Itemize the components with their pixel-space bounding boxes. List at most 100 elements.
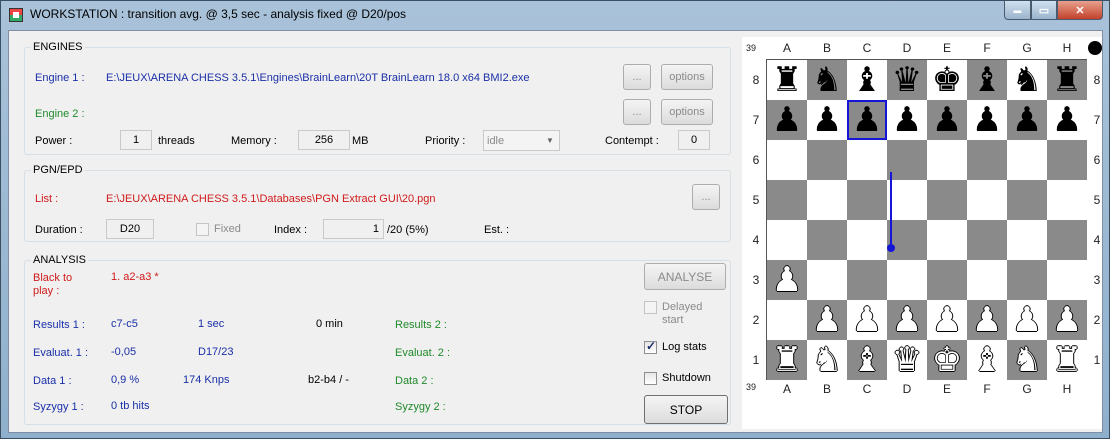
square-d2[interactable]: ♟ — [887, 300, 927, 340]
fixed-checkbox[interactable]: Fixed — [196, 223, 241, 236]
square-c6[interactable] — [847, 140, 887, 180]
stop-button[interactable]: STOP — [644, 395, 728, 424]
square-e2[interactable]: ♟ — [927, 300, 967, 340]
square-b4[interactable] — [807, 220, 847, 260]
square-e7[interactable]: ♟ — [927, 100, 967, 140]
black-piece-icon[interactable]: ♝ — [972, 63, 1002, 97]
square-e1[interactable]: ♚ — [927, 340, 967, 380]
square-f4[interactable] — [967, 220, 1007, 260]
white-piece-icon[interactable]: ♚ — [932, 343, 962, 377]
white-piece-icon[interactable]: ♟ — [972, 303, 1002, 337]
square-c7[interactable]: ♟ — [847, 100, 887, 140]
square-d7[interactable]: ♟ — [887, 100, 927, 140]
shutdown-checkbox[interactable]: Shutdown — [644, 372, 711, 385]
white-piece-icon[interactable]: ♛ — [892, 343, 922, 377]
square-e6[interactable] — [927, 140, 967, 180]
square-f2[interactable]: ♟ — [967, 300, 1007, 340]
black-piece-icon[interactable]: ♟ — [1052, 103, 1082, 137]
square-g7[interactable]: ♟ — [1007, 100, 1047, 140]
square-g4[interactable] — [1007, 220, 1047, 260]
power-field[interactable]: 1 — [120, 130, 152, 150]
chess-board[interactable]: ♜ ♞ ♝ ♛ ♚ ♝ ♞ ♜ ♟ ♟ ♟ ♟ ♟ ♟ ♟ ♟ ♟ ♟ ♟ ♟ ♟ ♟ ♟ ♟ ♜ ♞ ♝ ♛ ♚ ♝ ♞ ♜ — [766, 59, 1087, 380]
square-a8[interactable]: ♜ — [767, 60, 807, 100]
delayed-start-box[interactable] — [644, 301, 657, 314]
square-d6[interactable] — [887, 140, 927, 180]
square-f1[interactable]: ♝ — [967, 340, 1007, 380]
square-e5[interactable] — [927, 180, 967, 220]
close-button[interactable]: ✕ — [1057, 1, 1103, 20]
black-piece-icon[interactable]: ♟ — [972, 103, 1002, 137]
title-bar[interactable]: WORKSTATION : transition avg. @ 3,5 sec … — [1, 1, 1109, 29]
square-h1[interactable]: ♜ — [1047, 340, 1087, 380]
square-h7[interactable]: ♟ — [1047, 100, 1087, 140]
square-a3[interactable]: ♟ — [767, 260, 807, 300]
square-c4[interactable] — [847, 220, 887, 260]
black-piece-icon[interactable]: ♟ — [932, 103, 962, 137]
square-g1[interactable]: ♞ — [1007, 340, 1047, 380]
square-b7[interactable]: ♟ — [807, 100, 847, 140]
log-stats-box[interactable] — [644, 339, 657, 354]
square-g3[interactable] — [1007, 260, 1047, 300]
square-a4[interactable] — [767, 220, 807, 260]
square-b1[interactable]: ♞ — [807, 340, 847, 380]
square-a2[interactable] — [767, 300, 807, 340]
square-d5[interactable] — [887, 180, 927, 220]
square-b3[interactable] — [807, 260, 847, 300]
square-h3[interactable] — [1047, 260, 1087, 300]
square-h8[interactable]: ♜ — [1047, 60, 1087, 100]
maximize-button[interactable]: ▭ — [1031, 1, 1057, 20]
white-piece-icon[interactable]: ♜ — [772, 343, 802, 377]
black-piece-icon[interactable]: ♜ — [1052, 63, 1082, 97]
square-h4[interactable] — [1047, 220, 1087, 260]
square-c5[interactable] — [847, 180, 887, 220]
square-f8[interactable]: ♝ — [967, 60, 1007, 100]
square-c8[interactable]: ♝ — [847, 60, 887, 100]
square-e3[interactable] — [927, 260, 967, 300]
black-piece-icon[interactable]: ♟ — [852, 103, 882, 137]
analyse-button[interactable]: ANALYSE — [644, 263, 726, 290]
black-piece-icon[interactable]: ♟ — [1012, 103, 1042, 137]
index-field[interactable]: 1 — [323, 219, 384, 239]
white-piece-icon[interactable]: ♜ — [1052, 343, 1082, 377]
square-h6[interactable] — [1047, 140, 1087, 180]
minimize-button[interactable]: ▬ — [1004, 1, 1031, 20]
log-stats-checkbox[interactable]: Log stats — [644, 339, 707, 354]
white-piece-icon[interactable]: ♟ — [1052, 303, 1082, 337]
black-piece-icon[interactable]: ♟ — [892, 103, 922, 137]
white-piece-icon[interactable]: ♝ — [852, 343, 882, 377]
square-d8[interactable]: ♛ — [887, 60, 927, 100]
white-piece-icon[interactable]: ♞ — [1012, 343, 1042, 377]
square-g5[interactable] — [1007, 180, 1047, 220]
white-piece-icon[interactable]: ♟ — [772, 263, 802, 297]
square-g8[interactable]: ♞ — [1007, 60, 1047, 100]
white-piece-icon[interactable]: ♟ — [1012, 303, 1042, 337]
square-g2[interactable]: ♟ — [1007, 300, 1047, 340]
square-c2[interactable]: ♟ — [847, 300, 887, 340]
square-a1[interactable]: ♜ — [767, 340, 807, 380]
square-c3[interactable] — [847, 260, 887, 300]
black-piece-icon[interactable]: ♟ — [772, 103, 802, 137]
square-f7[interactable]: ♟ — [967, 100, 1007, 140]
black-piece-icon[interactable]: ♝ — [852, 63, 882, 97]
white-piece-icon[interactable]: ♟ — [892, 303, 922, 337]
square-b8[interactable]: ♞ — [807, 60, 847, 100]
engine2-options-button[interactable]: options — [661, 99, 713, 125]
engine1-options-button[interactable]: options — [661, 64, 713, 90]
black-piece-icon[interactable]: ♜ — [772, 63, 802, 97]
square-f3[interactable] — [967, 260, 1007, 300]
black-piece-icon[interactable]: ♞ — [812, 63, 842, 97]
engine2-browse-button[interactable]: ... — [623, 99, 651, 125]
square-c1[interactable]: ♝ — [847, 340, 887, 380]
app-icon[interactable] — [9, 8, 23, 22]
square-d4[interactable] — [887, 220, 927, 260]
white-piece-icon[interactable]: ♟ — [852, 303, 882, 337]
square-e4[interactable] — [927, 220, 967, 260]
black-piece-icon[interactable]: ♟ — [812, 103, 842, 137]
priority-select[interactable]: idle ▼ — [483, 130, 560, 151]
square-f5[interactable] — [967, 180, 1007, 220]
square-b6[interactable] — [807, 140, 847, 180]
delayed-start-checkbox[interactable]: Delayed start — [644, 301, 712, 327]
square-a7[interactable]: ♟ — [767, 100, 807, 140]
engine1-browse-button[interactable]: ... — [623, 64, 651, 90]
black-piece-icon[interactable]: ♞ — [1012, 63, 1042, 97]
